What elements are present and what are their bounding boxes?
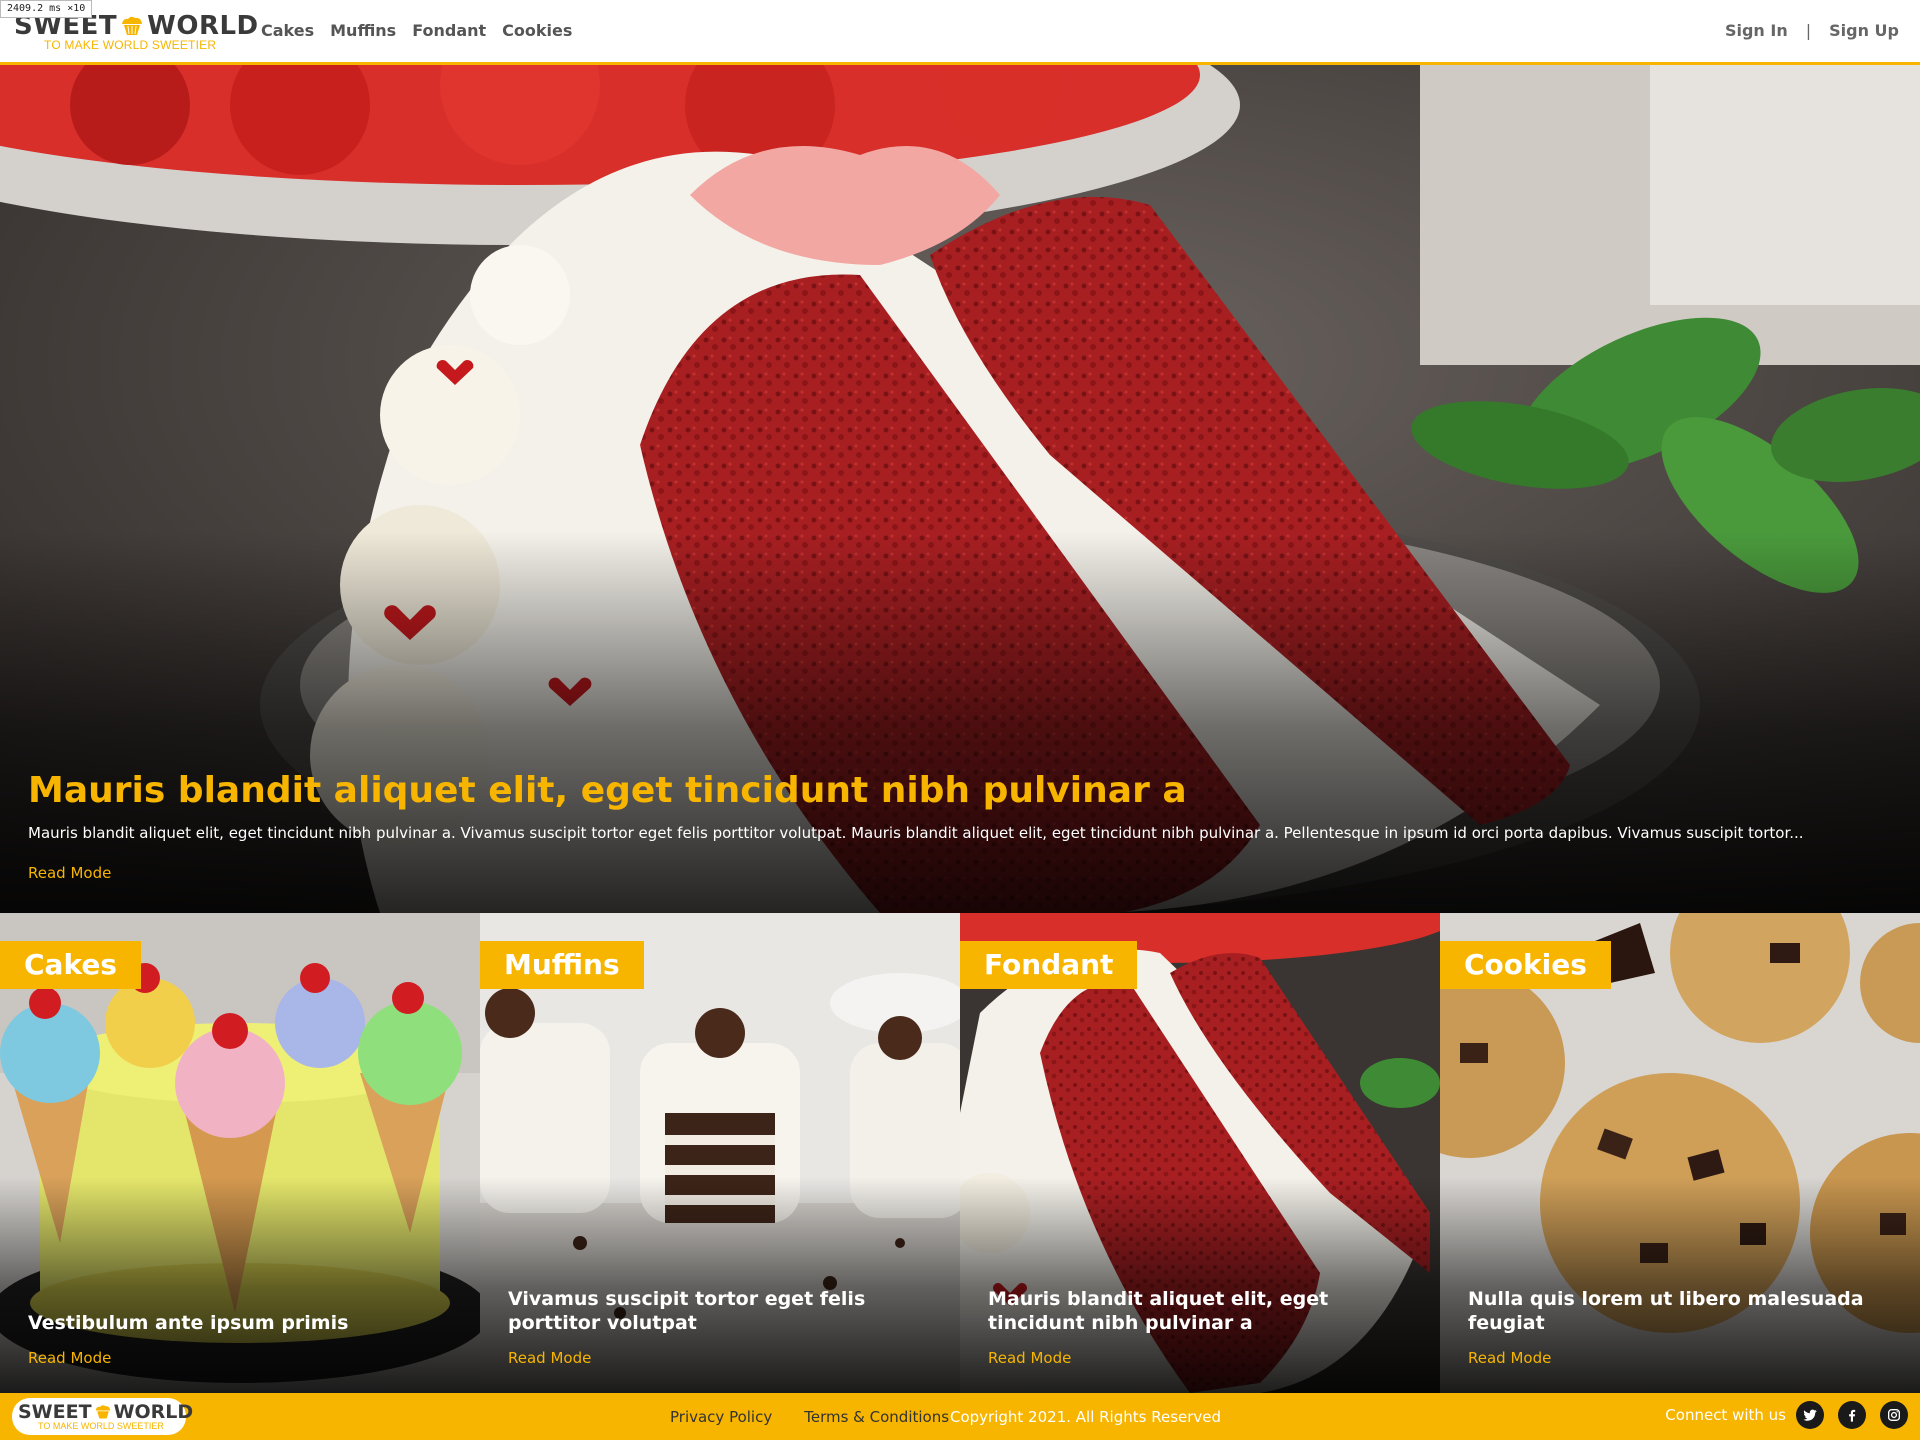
privacy-policy-link[interactable]: Privacy Policy [670,1408,772,1426]
cupcake-icon [122,16,143,35]
hero-title[interactable]: Mauris blandit aliquet elit, eget tincid… [28,770,1187,811]
auth-separator: | [1805,21,1812,40]
logo[interactable]: SWEET WORLD TO MAKE WORLD SWEETIER [14,11,258,52]
hero-banner[interactable]: Mauris blandit aliquet elit, eget tincid… [0,65,1920,913]
sign-in-link[interactable]: Sign In [1725,21,1788,40]
card-title[interactable]: Mauris blandit aliquet elit, eget tincid… [988,1287,1408,1335]
nav-item-fondant[interactable]: Fondant [412,21,486,40]
facebook-icon[interactable] [1838,1401,1866,1429]
site-header: SWEET WORLD TO MAKE WORLD SWEETIER Cakes… [0,0,1920,65]
category-cards: Cakes Vestibulum ante ipsum primis Read … [0,913,1920,1393]
hero-excerpt: Mauris blandit aliquet elit, eget tincid… [28,824,1804,842]
card-tag-cakes: Cakes [0,941,141,989]
copyright-text: Copyright 2021. All Rights Reserved [950,1408,1222,1426]
footer-logo-wordmark: SWEET WORLD [18,1401,193,1423]
main-nav: Cakes Muffins Fondant Cookies [261,21,572,40]
hero-read-more-link[interactable]: Read Mode [28,864,111,882]
logo-tagline: TO MAKE WORLD SWEETIER [44,38,217,52]
card-title[interactable]: Nulla quis lorem ut libero malesuada feu… [1468,1287,1888,1335]
terms-conditions-link[interactable]: Terms & Conditions [804,1408,949,1426]
category-card-fondant[interactable]: Fondant Mauris blandit aliquet elit, ege… [960,913,1440,1393]
perf-badge: 2409.2 ms ×10 [0,0,93,18]
card-title[interactable]: Vivamus suscipit tortor eget felis portt… [508,1287,928,1335]
card-title[interactable]: Vestibulum ante ipsum primis [28,1311,448,1335]
category-card-muffins[interactable]: Muffins Vivamus suscipit tortor eget fel… [480,913,960,1393]
cupcake-icon [95,1405,110,1419]
connect-label: Connect with us [1665,1406,1786,1424]
card-tag-fondant: Fondant [960,941,1138,989]
category-card-cakes[interactable]: Cakes Vestibulum ante ipsum primis Read … [0,913,480,1393]
twitter-icon[interactable] [1796,1401,1824,1429]
card-tag-cookies: Cookies [1440,941,1611,989]
footer-links: Privacy Policy Terms & Conditions [670,1408,949,1426]
nav-item-cookies[interactable]: Cookies [502,21,572,40]
sign-up-link[interactable]: Sign Up [1829,21,1899,40]
card-read-more-link[interactable]: Read Mode [508,1349,591,1367]
card-read-more-link[interactable]: Read Mode [1468,1349,1551,1367]
site-footer: SWEET WORLD TO MAKE WORLD SWEETIER Priva… [0,1393,1920,1440]
social-links: Connect with us [1665,1401,1908,1429]
logo-word-right: WORLD [147,11,259,41]
nav-item-cakes[interactable]: Cakes [261,21,314,40]
instagram-icon[interactable] [1880,1401,1908,1429]
card-read-more-link[interactable]: Read Mode [28,1349,111,1367]
footer-logo-word-right: WORLD [113,1401,194,1423]
nav-item-muffins[interactable]: Muffins [330,21,396,40]
footer-logo-word-left: SWEET [18,1401,92,1423]
auth-links: Sign In | Sign Up [1725,21,1899,40]
footer-logo[interactable]: SWEET WORLD TO MAKE WORLD SWEETIER [12,1398,193,1435]
card-tag-muffins: Muffins [480,941,644,989]
footer-logo-tagline: TO MAKE WORLD SWEETIER [38,1421,164,1431]
category-card-cookies[interactable]: Cookies Nulla quis lorem ut libero males… [1440,913,1920,1393]
card-read-more-link[interactable]: Read Mode [988,1349,1071,1367]
